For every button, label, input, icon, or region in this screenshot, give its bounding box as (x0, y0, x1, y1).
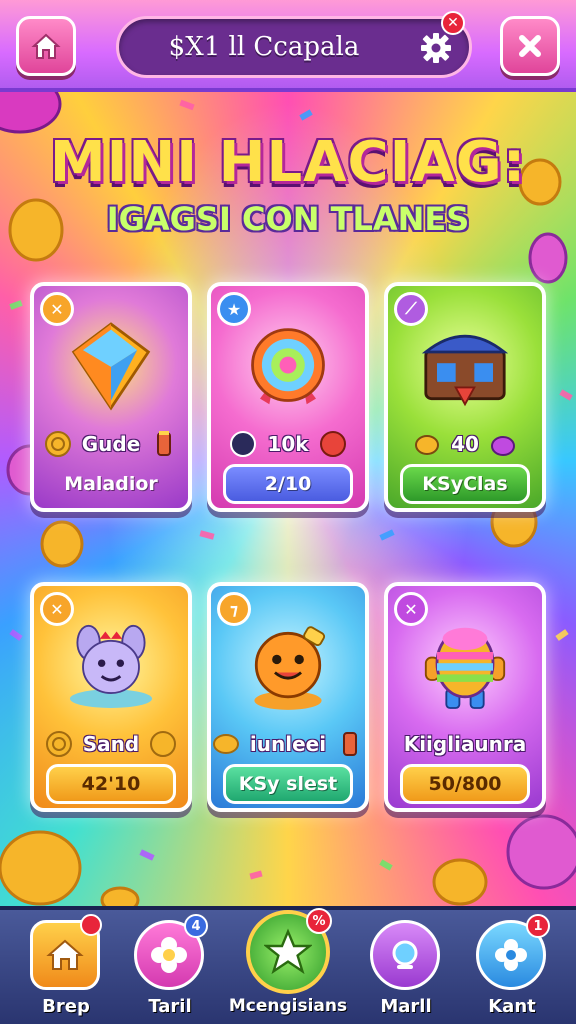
card-action-button[interactable]: 42'10 (46, 764, 176, 804)
close-icon (519, 35, 541, 57)
potion-icon (343, 732, 358, 756)
card-stat-text: 40 (451, 432, 479, 456)
card-badge: ✕ (40, 592, 74, 626)
game-card-3[interactable]: ⟋ 40 KSyClas (384, 282, 546, 512)
nav-item-marll[interactable]: Marll (364, 916, 448, 1022)
card-stat: Kiigliaunra (388, 726, 542, 762)
card-stat: 10k (211, 426, 365, 462)
card-stat: 40 (388, 426, 542, 462)
game-title: MINI HLACIAG: (49, 130, 527, 195)
card-badge: ★ (217, 292, 251, 326)
nav-item-brep[interactable]: Brep (24, 914, 108, 1022)
nav-label: Kant (488, 996, 536, 1017)
coin-icon (212, 734, 239, 754)
card-stat-text: Sand (82, 732, 140, 756)
nav-badge: % (306, 908, 332, 934)
game-card-6[interactable]: ✕ Kiigliaunra 50/800 (384, 582, 546, 812)
card-stat-text: 10k (267, 432, 309, 456)
treasure-chest-icon (421, 334, 509, 407)
game-card-5[interactable]: ⁊ iunleei KSy slest (207, 582, 369, 812)
bug-icon (415, 435, 440, 455)
gear-icon (421, 33, 451, 63)
orb-icon (230, 431, 257, 457)
blob-character-icon (254, 626, 326, 710)
title-pill: $X1 ll Ccapala ✕ (116, 11, 472, 78)
nav-badge: 1 (526, 914, 550, 938)
home-icon (31, 33, 61, 59)
card-stat: iunleei (211, 726, 365, 762)
home-icon (46, 939, 84, 970)
page-title: $X1 ll Ccapala (168, 32, 360, 62)
nav-label: Mcengisians (228, 996, 348, 1016)
robot-character-icon (424, 627, 506, 709)
card-action-button[interactable]: 2/10 (223, 464, 353, 504)
nav-item-kant[interactable]: 1 Kant (470, 914, 554, 1022)
card-stat-text: Gude (81, 432, 141, 456)
flower-icon (151, 937, 187, 973)
potion-icon (157, 431, 172, 456)
game-card-1[interactable]: ✕ Gude Maladior (30, 282, 192, 512)
card-action-button[interactable]: KSy slest (223, 764, 353, 804)
card-stat: Gude (34, 426, 188, 462)
nav-badge: 4 (184, 914, 208, 938)
gem-icon (71, 322, 151, 411)
star-icon (264, 928, 312, 975)
flower-icon (495, 939, 527, 971)
game-card-4[interactable]: ✕ Sand 42'10 (30, 582, 192, 812)
card-action-label[interactable]: Maladior (46, 464, 176, 504)
coin-icon (45, 731, 72, 757)
candy-icon (251, 328, 325, 405)
game-subtitle: IGAGSI CON TLANES (106, 200, 470, 238)
nav-label: Brep (42, 996, 90, 1017)
card-badge: ✕ (40, 292, 74, 326)
bottom-nav: Brep 4 Taril % Mcengisians Marll 1 Kant (0, 906, 576, 1024)
home-button[interactable] (16, 16, 76, 76)
ball-icon (319, 431, 346, 457)
card-action-button[interactable]: 50/800 (400, 764, 530, 804)
card-stat: Sand (34, 726, 188, 762)
top-bar: $X1 ll Ccapala ✕ (0, 0, 576, 92)
close-button[interactable] (500, 16, 560, 76)
nav-label: Taril (148, 996, 192, 1017)
card-badge: ⟋ (394, 292, 428, 326)
nav-label: Marll (380, 996, 432, 1017)
settings-badge: ✕ (441, 11, 465, 35)
bunny-character-icon (69, 624, 153, 708)
card-action-button[interactable]: KSyClas (400, 464, 530, 504)
nav-badge (80, 914, 102, 936)
pot-icon (490, 436, 515, 456)
magnifier-icon (392, 940, 418, 969)
nav-item-taril[interactable]: 4 Taril (128, 914, 212, 1022)
card-stat-text: Kiigliaunra (403, 732, 527, 756)
coin-icon (150, 731, 177, 757)
nav-item-mcengisians[interactable]: % Mcengisians (228, 908, 348, 1024)
nav-icon-button[interactable] (370, 920, 440, 990)
game-card-2[interactable]: ★ 10k 2/10 (207, 282, 369, 512)
coin-icon (44, 431, 71, 457)
card-badge: ✕ (394, 592, 428, 626)
card-stat-text: iunleei (249, 732, 327, 756)
card-badge: ⁊ (217, 592, 251, 626)
